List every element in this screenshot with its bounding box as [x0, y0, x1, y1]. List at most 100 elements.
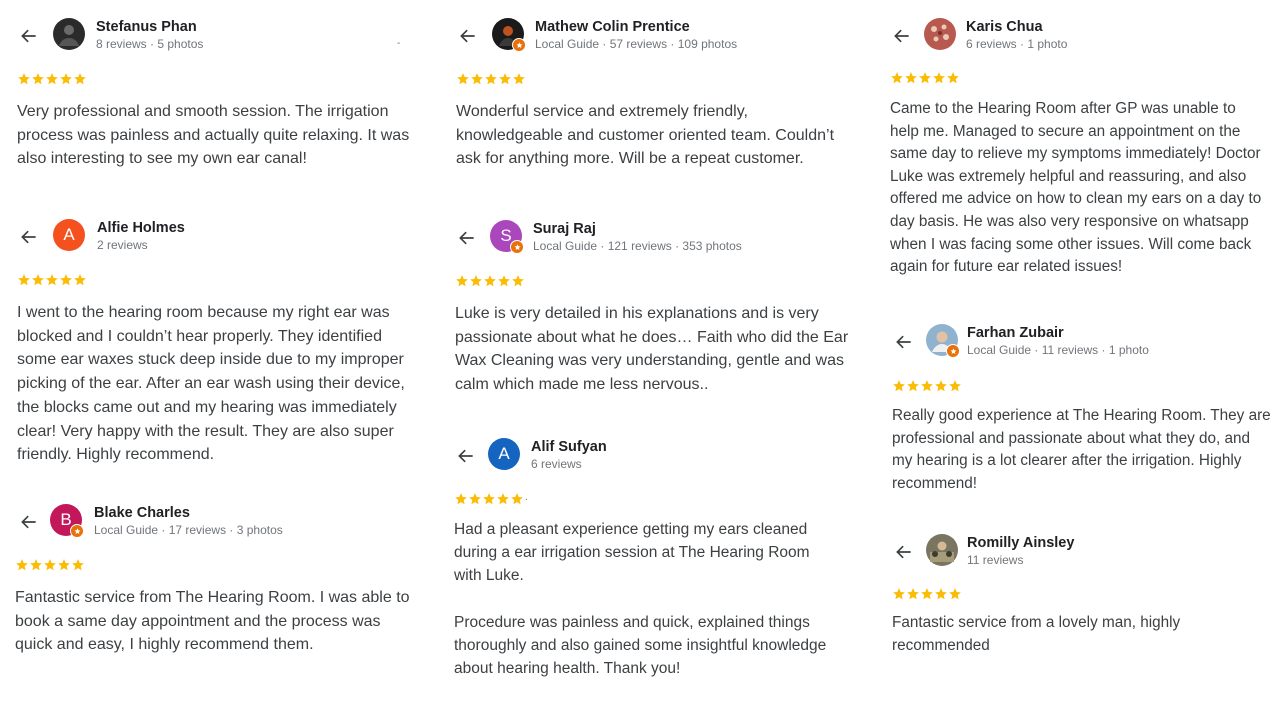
review-text: Wonderful service and extremely friendly… — [456, 103, 835, 168]
review-card: A Alif Sufyan 6 reviews . Had a pleasant… — [454, 438, 854, 688]
avatar-photo-icon — [926, 534, 958, 566]
star-icon — [46, 73, 58, 85]
review-text: Had a pleasant experience getting my ear… — [454, 521, 827, 678]
avatar[interactable]: B — [50, 504, 84, 538]
reviewer-name[interactable]: Farhan Zubair — [967, 325, 1064, 341]
reviewer-name[interactable]: Mathew Colin Prentice — [535, 19, 690, 35]
back-arrow-icon[interactable] — [456, 24, 480, 48]
review-text: Fantastic service from The Hearing Room.… — [15, 589, 410, 654]
star-icon — [46, 274, 58, 286]
star-icon — [907, 588, 919, 600]
back-arrow-icon[interactable] — [17, 225, 41, 249]
avatar[interactable] — [53, 18, 85, 50]
star-icon — [511, 493, 523, 505]
reviewer-meta: 6 reviews · 1 photo — [966, 37, 1068, 51]
review-text: Really good experience at The Hearing Ro… — [892, 407, 1271, 492]
star-rating — [17, 273, 87, 287]
star-icon — [513, 73, 525, 85]
star-icon — [44, 559, 56, 571]
avatar[interactable]: A — [53, 219, 85, 251]
star-icon — [457, 73, 469, 85]
star-icon — [893, 380, 905, 392]
review-card: B Blake Charles Local Guide · 17 reviews… — [15, 504, 415, 664]
star-icon — [949, 380, 961, 392]
star-icon — [16, 559, 28, 571]
avatar-letter: A — [498, 444, 510, 463]
star-icon — [893, 588, 905, 600]
divider-mark: - — [397, 38, 401, 49]
reviewer-meta: 8 reviews · 5 photos — [96, 37, 204, 51]
star-icon — [947, 72, 959, 84]
avatar-letter: A — [63, 225, 75, 244]
review-card: Karis Chua 6 reviews · 1 photo Came to t… — [890, 18, 1270, 288]
star-icon — [907, 380, 919, 392]
avatar-photo-icon — [53, 18, 85, 50]
star-icon — [905, 72, 917, 84]
reviewer-name[interactable]: Alfie Holmes — [97, 220, 185, 236]
reviewer-name[interactable]: Blake Charles — [94, 505, 190, 521]
star-icon — [483, 493, 495, 505]
star-icon — [32, 274, 44, 286]
reviewer-meta: Local Guide · 121 reviews · 353 photos — [533, 239, 742, 253]
star-icon — [933, 72, 945, 84]
avatar[interactable]: A — [488, 438, 520, 470]
star-icon — [921, 588, 933, 600]
local-guide-badge-icon — [512, 38, 526, 52]
back-arrow-icon[interactable] — [17, 510, 41, 534]
star-icon — [471, 73, 483, 85]
avatar[interactable] — [926, 534, 958, 566]
star-icon — [18, 274, 30, 286]
reviewer-name[interactable]: Karis Chua — [966, 19, 1043, 35]
star-icon — [32, 73, 44, 85]
star-icon — [74, 274, 86, 286]
review-card: Stefanus Phan 8 reviews · 5 photos - Ver… — [17, 18, 417, 178]
review-text: Luke is very detailed in his explanation… — [455, 305, 849, 394]
local-guide-badge-icon — [510, 240, 524, 254]
reviewer-meta: Local Guide · 17 reviews · 3 photos — [94, 523, 283, 537]
star-icon — [455, 493, 467, 505]
review-card: A Alfie Holmes 2 reviews I went to the h… — [17, 219, 417, 479]
star-rating — [455, 274, 525, 288]
star-icon — [456, 275, 468, 287]
star-rating — [456, 72, 526, 86]
star-rating — [15, 558, 85, 572]
star-icon — [470, 275, 482, 287]
star-icon — [469, 493, 481, 505]
local-guide-badge-icon — [70, 524, 84, 538]
review-text: Very professional and smooth session. Th… — [17, 103, 410, 168]
avatar[interactable] — [926, 324, 960, 358]
back-arrow-icon[interactable] — [455, 226, 479, 250]
reviewer-name[interactable]: Romilly Ainsley — [967, 535, 1074, 551]
avatar[interactable] — [492, 18, 526, 52]
reviewer-name[interactable]: Stefanus Phan — [96, 19, 197, 35]
star-icon — [30, 559, 42, 571]
star-icon — [921, 380, 933, 392]
reviewer-name[interactable]: Suraj Raj — [533, 221, 596, 237]
star-icon — [512, 275, 524, 287]
review-card: S Suraj Raj Local Guide · 121 reviews · … — [455, 220, 855, 400]
back-arrow-icon[interactable] — [892, 540, 916, 564]
review-card: Farhan Zubair Local Guide · 11 reviews ·… — [892, 324, 1272, 499]
star-icon — [484, 275, 496, 287]
review-text: I went to the hearing room because my ri… — [17, 304, 405, 464]
review-card: Romilly Ainsley 11 reviews Fantastic ser… — [892, 534, 1272, 664]
star-icon — [60, 274, 72, 286]
reviewer-name[interactable]: Alif Sufyan — [531, 439, 607, 455]
back-arrow-icon[interactable] — [454, 444, 478, 468]
star-icon — [949, 588, 961, 600]
star-icon — [499, 73, 511, 85]
star-rating — [892, 379, 962, 393]
reviewer-meta: Local Guide · 11 reviews · 1 photo — [967, 343, 1149, 357]
back-arrow-icon[interactable] — [890, 24, 914, 48]
star-icon — [935, 380, 947, 392]
avatar[interactable]: S — [490, 220, 524, 254]
star-icon — [72, 559, 84, 571]
back-arrow-icon[interactable] — [17, 24, 41, 48]
review-text: Came to the Hearing Room after GP was un… — [890, 100, 1262, 276]
review-text: Fantastic service from a lovely man, hig… — [892, 614, 1181, 654]
star-rating — [17, 72, 87, 86]
reviewer-meta: 2 reviews — [97, 238, 148, 252]
back-arrow-icon[interactable] — [892, 330, 916, 354]
avatar[interactable] — [924, 18, 956, 50]
star-icon — [60, 73, 72, 85]
